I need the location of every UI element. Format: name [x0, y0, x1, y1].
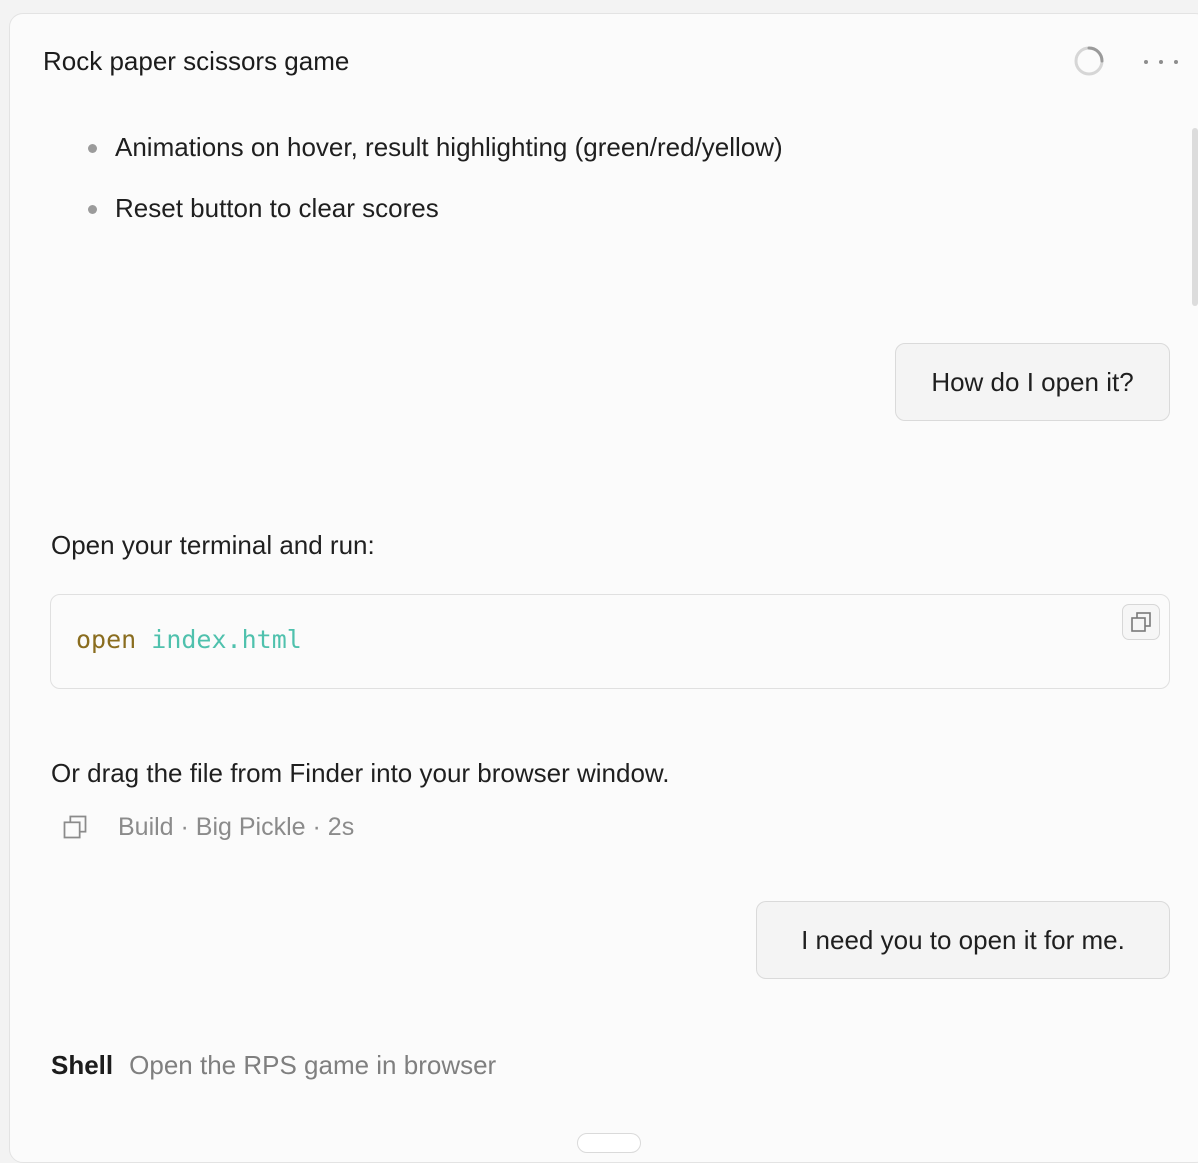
copy-message-button[interactable] [60, 812, 90, 842]
copy-icon [63, 815, 87, 839]
loading-spinner-icon [1074, 46, 1104, 76]
copy-icon [1131, 612, 1151, 632]
tool-call-description: Open the RPS game in browser [129, 1050, 497, 1080]
assistant-outro-text: Or drag the file from Finder into your b… [51, 758, 670, 788]
list-item: Reset button to clear scores [88, 187, 783, 248]
user-message-bubble: I need you to open it for me. [756, 901, 1170, 979]
assistant-intro-text: Open your terminal and run: [51, 530, 375, 560]
user-message-text: I need you to open it for me. [801, 924, 1125, 955]
user-message-bubble: How do I open it? [895, 343, 1170, 421]
code-argument: index.html [151, 625, 302, 654]
scrollbar-thumb[interactable] [1192, 128, 1198, 306]
code-command: open [76, 625, 137, 654]
code-line: open index.html [76, 625, 302, 654]
more-options-icon[interactable] [1144, 50, 1178, 74]
list-item: Animations on hover, result highlighting… [88, 126, 783, 187]
copy-code-button[interactable] [1122, 604, 1160, 640]
tool-call-row[interactable]: Shell Open the RPS game in browser [51, 1050, 496, 1081]
meta-text: Build · Big Pickle · 2s [118, 812, 355, 841]
user-message-text: How do I open it? [931, 366, 1134, 397]
feature-list: Animations on hover, result highlighting… [88, 126, 783, 248]
conversation-title: Rock paper scissors game [43, 46, 350, 76]
code-block: open index.html [50, 594, 1170, 689]
message-meta: Build · Big Pickle · 2s [60, 812, 354, 842]
scroll-to-bottom-button[interactable] [577, 1133, 641, 1153]
tool-call-label: Shell [51, 1050, 114, 1080]
